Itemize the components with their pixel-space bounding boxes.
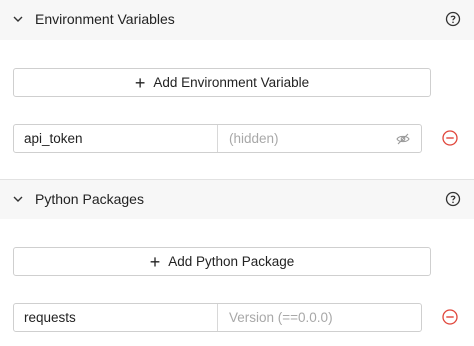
section-title: Environment Variables bbox=[35, 11, 175, 27]
env-section-header[interactable]: Environment Variables bbox=[0, 0, 474, 40]
package-version-input[interactable]: Version (==0.0.0) bbox=[218, 304, 421, 331]
button-label: Add Environment Variable bbox=[153, 75, 310, 90]
plus-icon: + bbox=[149, 251, 161, 272]
python-package-row: requests Version (==0.0.0) bbox=[13, 303, 422, 332]
chevron-down-icon[interactable] bbox=[12, 13, 24, 25]
env-variable-row: api_token (hidden) bbox=[13, 124, 422, 153]
eye-off-icon[interactable] bbox=[396, 132, 410, 146]
add-python-package-button[interactable]: + Add Python Package bbox=[13, 247, 431, 276]
button-label: Add Python Package bbox=[168, 254, 295, 269]
env-variable-value-input[interactable]: (hidden) bbox=[218, 125, 421, 152]
chevron-down-icon[interactable] bbox=[12, 193, 24, 205]
add-environment-variable-button[interactable]: + Add Environment Variable bbox=[13, 68, 431, 97]
section-title: Python Packages bbox=[35, 191, 144, 207]
package-name-input[interactable]: requests bbox=[14, 304, 218, 331]
remove-package-icon[interactable] bbox=[442, 309, 458, 325]
packages-section-header[interactable]: Python Packages bbox=[0, 179, 474, 219]
value-placeholder: (hidden) bbox=[229, 131, 279, 146]
version-placeholder: Version (==0.0.0) bbox=[229, 310, 333, 325]
env-variable-name-input[interactable]: api_token bbox=[14, 125, 218, 152]
plus-icon: + bbox=[134, 72, 146, 93]
help-circle-icon[interactable] bbox=[445, 191, 461, 207]
remove-env-variable-icon[interactable] bbox=[442, 130, 458, 146]
help-circle-icon[interactable] bbox=[445, 11, 461, 27]
